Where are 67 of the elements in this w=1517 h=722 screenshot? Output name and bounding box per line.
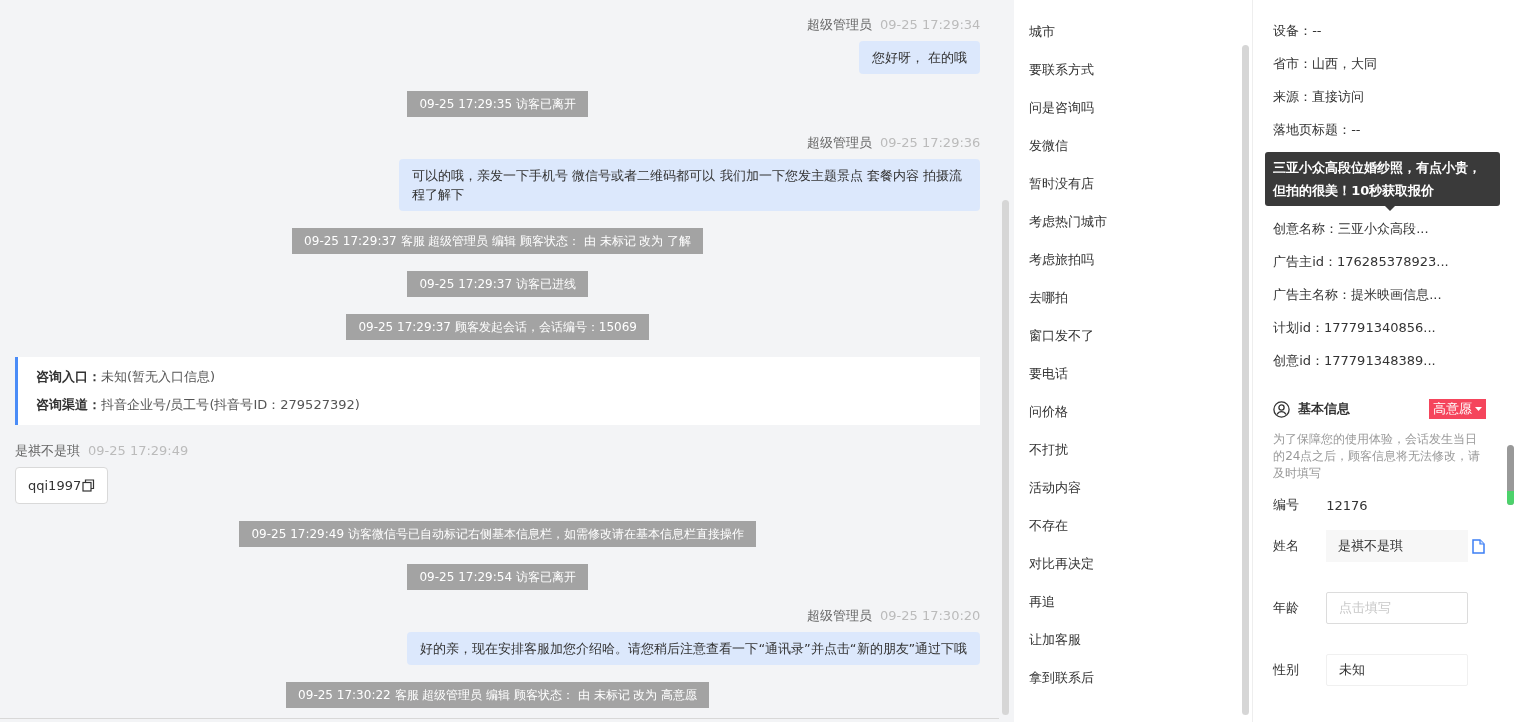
info-row-text: 计划id：177791340856... [1273, 319, 1437, 337]
message-bubble: 您好呀， 在的哦 [859, 41, 981, 74]
quick-reply-item[interactable]: 问是咨询吗 [1029, 89, 1241, 127]
copy-icon[interactable] [82, 479, 96, 492]
system-notice: 09-25 17:29:37 顾客发起会话，会话编号：15069 [346, 314, 649, 340]
info-row-text: 创意id：177791348389... [1273, 352, 1437, 370]
field-value: 12176 [1326, 497, 1368, 513]
info-row-text: 设备：-- [1273, 22, 1323, 40]
quick-reply-item[interactable]: 窗口发不了 [1029, 317, 1241, 355]
quick-reply-item[interactable]: 再追 [1029, 583, 1241, 621]
field-label: 编号 [1273, 496, 1301, 514]
message-time: 09-25 17:29:34 [880, 16, 981, 34]
quick-reply-item[interactable]: 暂时没有店 [1029, 165, 1241, 203]
user-icon [1273, 400, 1291, 418]
system-notice: 09-25 17:29:49 访客微信号已自动标记右侧基本信息栏，如需修改请在基本信息栏直接操作 [239, 521, 756, 547]
quick-reply-item[interactable]: 要联系方式 [1029, 51, 1241, 89]
entry-value: 抖音企业号/员工号(抖音号ID：279527392) [101, 397, 360, 412]
scrollbar-thumb[interactable] [1507, 445, 1514, 505]
name-field[interactable]: 是祺不是琪 [1326, 530, 1469, 562]
input-field[interactable]: 未知 [1326, 654, 1469, 686]
sender-name: 超级管理员 [807, 16, 873, 34]
system-notice: 09-25 17:29:37 访客已进线 [407, 271, 588, 297]
quick-reply-item[interactable]: 不存在 [1029, 507, 1241, 545]
info-row-text: 广告主名称：提米映画信息... [1273, 286, 1443, 304]
scrollbar-thumb[interactable] [1002, 200, 1010, 715]
message-time: 09-25 17:29:49 [88, 442, 189, 460]
system-notice: 09-25 17:29:54 访客已离开 [407, 564, 588, 590]
message-bubble: 可以的哦，亲发一下手机号 微信号或者二维码都可以 我们加一下您发主题景点 套餐内容 拍摄流程了解下 [399, 159, 981, 211]
scrollbar-thumb[interactable] [1242, 45, 1250, 715]
sender-name: 超级管理员 [807, 607, 873, 625]
sender-name: 是祺不是琪 [15, 442, 80, 460]
message-time: 09-25 17:30:20 [880, 607, 981, 625]
quick-reply-item[interactable]: 活动内容 [1029, 469, 1241, 507]
field-label: 姓名 [1273, 537, 1301, 555]
info-row-text: 广告主id：176285378923... [1273, 253, 1450, 271]
quick-reply-item[interactable]: 拿到联系后 [1029, 659, 1241, 697]
sender-name: 超级管理员 [807, 134, 873, 152]
entry-label: 咨询入口： [36, 369, 101, 384]
field-label: 年龄 [1273, 599, 1301, 617]
quick-reply-item[interactable]: 考虑旅拍吗 [1029, 241, 1241, 279]
message-text: qqi1997 [28, 477, 82, 495]
info-row-text: 省市：山西，大同 [1273, 55, 1379, 73]
info-note: 为了保障您的使用体验，会话发生当日的24点之后，顾客信息将无法修改，请及时填写 [1273, 431, 1482, 482]
quick-reply-item[interactable]: 发微信 [1029, 127, 1241, 165]
info-row-text: 落地页标题：-- [1273, 121, 1362, 139]
quick-reply-item[interactable]: 考虑热门城市 [1029, 203, 1241, 241]
system-notice: 09-25 17:29:35 访客已离开 [407, 91, 588, 117]
system-notice: 09-25 17:29:37 客服 超级管理员 编辑 顾客状态： 由 未标记 改为 了解 [292, 228, 704, 254]
status-dropdown[interactable]: 高意愿 [1429, 399, 1487, 419]
field-label: 性别 [1273, 661, 1301, 679]
entry-label: 咨询渠道： [36, 397, 101, 412]
entry-value: 未知(暂无入口信息) [101, 369, 216, 384]
quick-reply-item[interactable]: 让加客服 [1029, 621, 1241, 659]
caret-icon [1475, 407, 1483, 411]
tooltip-pointer [1385, 206, 1396, 211]
info-row-text: 来源：直接访问 [1273, 88, 1366, 106]
quick-reply-item[interactable]: 对比再决定 [1029, 545, 1241, 583]
info-row-text: 创意名称：三亚小众高段... [1273, 220, 1430, 238]
quick-reply-item[interactable]: 不打扰 [1029, 431, 1241, 469]
quick-reply-item[interactable]: 问价格 [1029, 393, 1241, 431]
section-title: 基本信息 [1298, 400, 1352, 418]
quick-reply-item[interactable]: 去哪拍 [1029, 279, 1241, 317]
quick-reply-item[interactable]: 城市 [1029, 13, 1241, 51]
message-time: 09-25 17:29:36 [880, 134, 981, 152]
system-notice: 09-25 17:30:22 客服 超级管理员 编辑 顾客状态： 由 未标记 改为 高意愿 [286, 682, 710, 708]
message-bubble: 好的亲，现在安排客服加您介绍哈。请您稍后注意查看一下“通讯录”并点击“新的朋友”通过下哦 [407, 632, 981, 665]
quick-reply-item[interactable]: 要电话 [1029, 355, 1241, 393]
